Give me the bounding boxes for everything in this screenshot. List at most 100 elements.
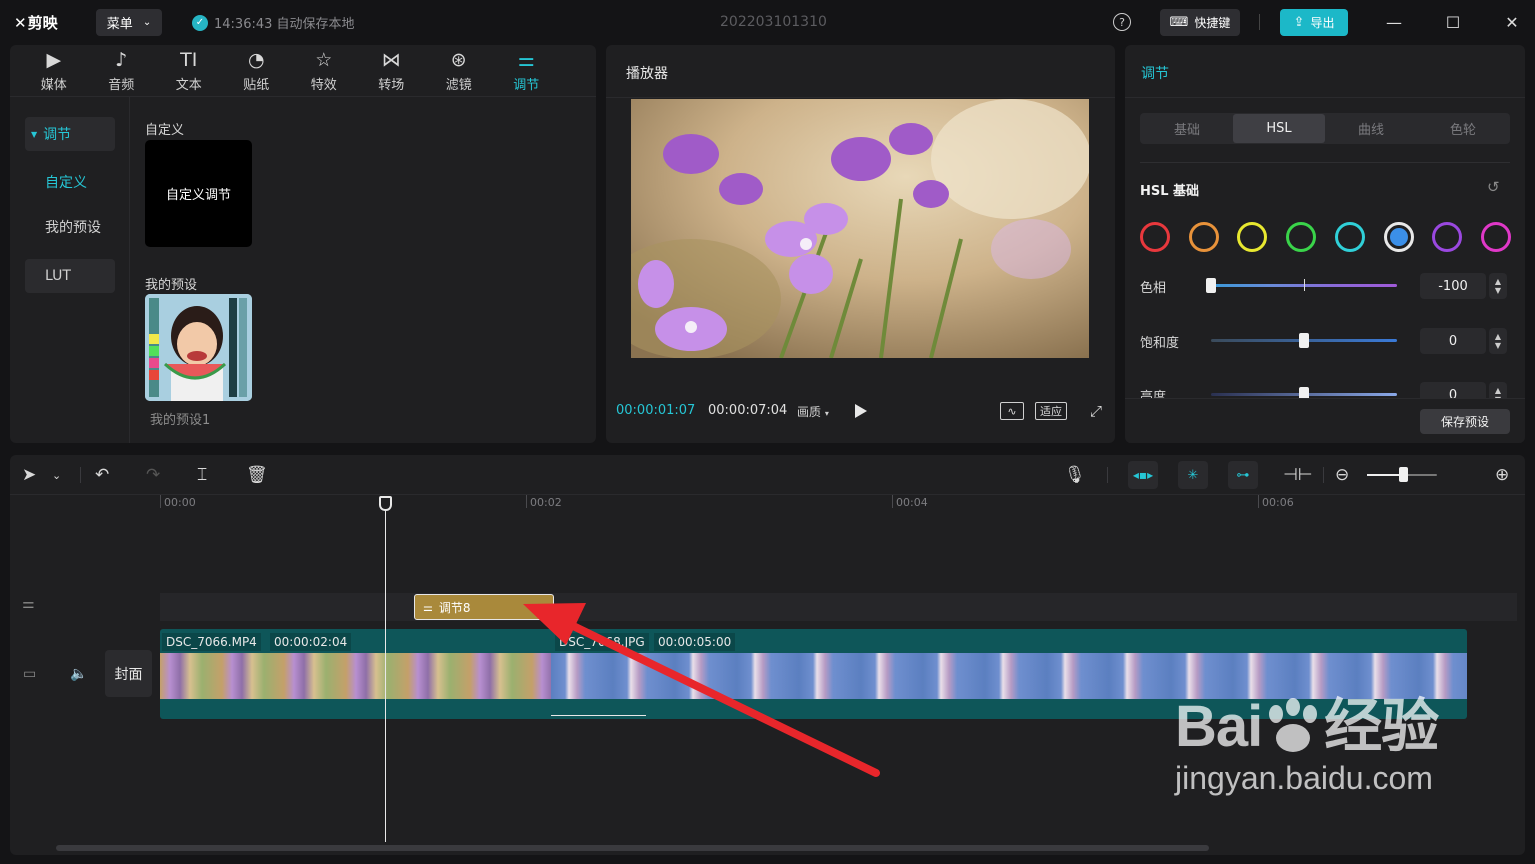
export-button[interactable]: ⇪ 导出 [1280, 9, 1348, 36]
shortcut-label: 快捷键 [1194, 16, 1231, 30]
reset-icon[interactable]: ↺ [1487, 178, 1500, 196]
cover-button[interactable]: 封面 [105, 650, 152, 697]
horizontal-scrollbar[interactable] [56, 845, 1209, 851]
clip-2-duration: 00:00:05:00 [654, 633, 736, 651]
sidebar-item-label: LUT [45, 268, 71, 284]
text-icon: TI [180, 49, 198, 71]
color-swatch-3[interactable] [1286, 222, 1317, 252]
title-bar: ✕ 剪映 菜单 ⌄ ✓ 14:36:43 自动保存本地 202203101310… [0, 0, 1535, 44]
tab-filter[interactable]: ⊛ 滤镜 [425, 45, 493, 97]
preview-axis-icon[interactable]: ⊣⊢ [1283, 464, 1313, 486]
autosave-text: 14:36:43 自动保存本地 [214, 17, 355, 32]
hue-slider-thumb[interactable] [1206, 278, 1216, 293]
tab-sticker[interactable]: ◔ 贴纸 [223, 45, 291, 97]
microphone-icon[interactable]: 🎙 [1064, 464, 1086, 486]
adjust-mode-tabs: 基础 HSL 曲线 色轮 [1140, 113, 1510, 144]
adjust-clip[interactable]: ⚌ 调节8 [414, 594, 554, 620]
zoom-out-icon[interactable]: ⊖ [1335, 464, 1349, 486]
video-track-icon[interactable]: ▭ [23, 666, 36, 682]
color-swatch-4[interactable] [1334, 222, 1365, 252]
undo-icon[interactable]: ↶ [95, 464, 109, 486]
color-swatch-7[interactable] [1480, 222, 1511, 252]
saturation-slider-thumb[interactable] [1299, 333, 1309, 348]
chevron-down-icon[interactable]: ⌄ [52, 464, 61, 486]
play-icon[interactable] [855, 404, 867, 418]
clip-2-name: DSC_7068.JPG [555, 633, 649, 651]
color-swatch-2[interactable] [1237, 222, 1268, 252]
tab-transition[interactable]: ⋈ 转场 [358, 45, 426, 97]
sidebar-item-my-presets[interactable]: 我的预设 [25, 210, 115, 244]
sidebar-item-lut[interactable]: LUT [25, 259, 115, 293]
tab-audio[interactable]: ♪ 音频 [88, 45, 156, 97]
filter-icon: ⊛ [450, 49, 467, 71]
divider [1259, 14, 1260, 30]
menu-button[interactable]: 菜单 ⌄ [96, 9, 162, 36]
split-icon[interactable]: ⌶ [197, 464, 207, 486]
sidebar-item-adjust[interactable]: ▼ 调节 [25, 117, 115, 151]
tab-basic[interactable]: 基础 [1141, 114, 1233, 143]
playhead-handle[interactable] [379, 496, 392, 511]
color-swatch-5[interactable] [1383, 222, 1414, 252]
tab-label: 滤镜 [445, 78, 472, 93]
tab-hsl[interactable]: HSL [1233, 114, 1325, 143]
zoom-slider-thumb[interactable] [1399, 467, 1408, 482]
sidebar-item-custom[interactable]: 自定义 [25, 165, 115, 199]
close-icon[interactable]: ✕ [1500, 10, 1524, 34]
waveform-icon[interactable]: ∿ [1000, 402, 1024, 420]
custom-adjust-card[interactable]: 自定义调节 [145, 140, 252, 247]
magnet-snap-toggle[interactable]: ◂▪▸ [1128, 461, 1158, 489]
linkage-toggle[interactable]: ✳ [1178, 461, 1208, 489]
select-cursor-icon[interactable]: ➤ [22, 464, 36, 486]
media-icon: ▶ [46, 49, 62, 71]
snap-icon: ◂▪▸ [1132, 468, 1154, 482]
help-icon[interactable]: ? [1113, 13, 1131, 31]
link-toggle[interactable]: ⊶ [1228, 461, 1258, 489]
adjust-icon: ⚌ [517, 49, 535, 71]
saturation-stepper[interactable]: ▲ ▼ [1489, 328, 1507, 354]
saturation-value[interactable]: 0 [1420, 328, 1486, 354]
tab-media[interactable]: ▶ 媒体 [20, 45, 88, 97]
delete-icon[interactable]: 🗑 [246, 464, 268, 486]
zoom-slider-fill [1367, 474, 1403, 476]
sidebar-item-label: 调节 [43, 127, 72, 143]
shortcut-button[interactable]: ⌨ 快捷键 [1160, 9, 1240, 36]
zoom-in-icon[interactable]: ⊕ [1495, 464, 1509, 486]
adjust-track-icon: ⚌ [22, 596, 35, 612]
tab-label: 调节 [513, 78, 540, 93]
tab-label: 媒体 [40, 78, 67, 93]
fit-ratio-button[interactable]: 适应 [1035, 402, 1067, 420]
watermark-brand-left: Bai [1175, 694, 1263, 759]
clip-1-thumbnails[interactable] [160, 653, 551, 699]
sidebar-item-label: 我的预设 [45, 220, 101, 236]
timeline-toolbar: ➤ ⌄ ↶ ↷ ⌶ 🗑 🎙 ◂▪▸ ✳ ⊶ ⊣⊢ ⊖ ⊕ [10, 455, 1525, 495]
ruler-label: 00:04 [896, 496, 928, 509]
hue-value[interactable]: -100 [1420, 273, 1486, 299]
hue-stepper[interactable]: ▲ ▼ [1489, 273, 1507, 299]
minimize-icon[interactable]: — [1382, 10, 1406, 34]
video-preview[interactable] [631, 99, 1089, 358]
hue-label: 色相 [1140, 281, 1167, 296]
tab-color-wheel[interactable]: 色轮 [1417, 114, 1509, 143]
custom-section-title: 自定义 [145, 123, 185, 138]
tab-text[interactable]: TI 文本 [155, 45, 223, 97]
tab-effects[interactable]: ☆ 特效 [290, 45, 358, 97]
quality-dropdown[interactable]: 画质 ▾ [797, 403, 829, 420]
color-swatch-1[interactable] [1188, 222, 1219, 252]
clip-2-thumbnails[interactable] [551, 653, 1467, 699]
preset-thumbnail[interactable] [145, 294, 252, 401]
autosave-status: ✓ 14:36:43 自动保存本地 [192, 13, 355, 32]
tab-curves[interactable]: 曲线 [1325, 114, 1417, 143]
color-swatch-0[interactable] [1140, 222, 1170, 252]
color-swatch-6[interactable] [1432, 222, 1463, 252]
transition-icon: ⋈ [381, 49, 401, 71]
adjust-track [160, 593, 1517, 621]
maximize-icon[interactable]: ☐ [1441, 10, 1465, 34]
app-logo: ✕ 剪映 [14, 12, 58, 33]
speaker-icon[interactable]: 🔈 [70, 666, 87, 682]
fullscreen-icon[interactable]: ⤢ [1087, 402, 1105, 420]
tab-adjust[interactable]: ⚌ 调节 [493, 45, 561, 97]
save-preset-button[interactable]: 保存预设 [1420, 409, 1510, 434]
selected-swatch-dot [1389, 228, 1408, 246]
clip-1-duration: 00:00:02:04 [270, 633, 352, 651]
redo-icon[interactable]: ↷ [146, 464, 160, 486]
